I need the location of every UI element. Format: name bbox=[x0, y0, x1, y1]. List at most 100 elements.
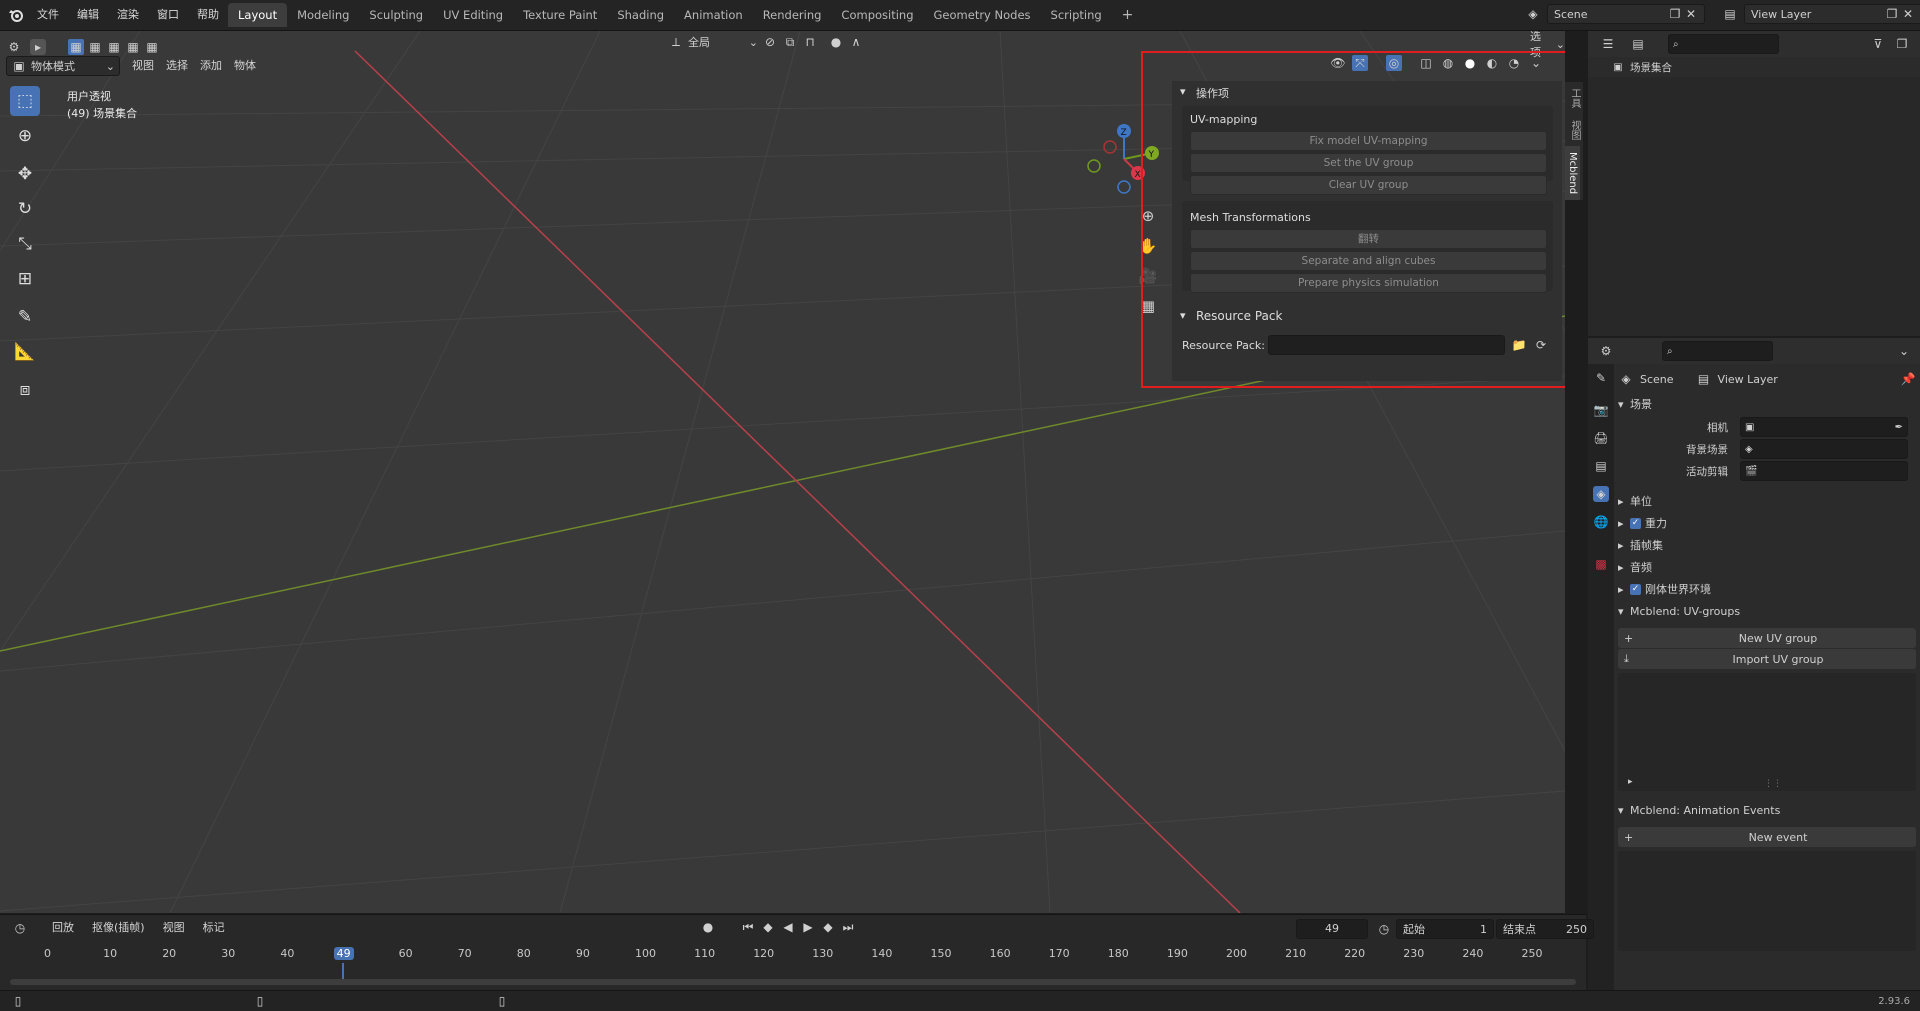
select-extend-icon[interactable]: ▦ bbox=[87, 39, 103, 55]
anim-events-panel-header[interactable]: ▾ Mcblend: Animation Events bbox=[1618, 799, 1916, 821]
view-layer-selector[interactable]: ▤ View Layer ❐ ✕ bbox=[1722, 4, 1920, 24]
material-shading-icon[interactable]: ◐ bbox=[1484, 55, 1500, 71]
menu-marker[interactable]: 标记 bbox=[197, 918, 231, 938]
rigid-body-checkbox[interactable]: ✓ bbox=[1630, 583, 1641, 595]
fix-uv-mapping-button[interactable]: Fix model UV-mapping bbox=[1190, 131, 1547, 151]
add-workspace-button[interactable]: + bbox=[1112, 3, 1144, 27]
new-collection-icon[interactable]: ❐ bbox=[1894, 36, 1910, 52]
flip-button[interactable]: 翻转 bbox=[1190, 229, 1547, 249]
timeline-ruler[interactable]: 0 10 20 30 40 49 60 70 80 90 100 110 120 130 140 150 160… bbox=[0, 945, 1586, 983]
menu-render[interactable]: 渲染 bbox=[108, 0, 148, 30]
options-dropdown[interactable]: 选项 ⌄ bbox=[1530, 31, 1565, 59]
clear-uv-group-button[interactable]: Clear UV group bbox=[1190, 175, 1547, 195]
move-tool-icon[interactable]: ✥ bbox=[10, 159, 40, 189]
blender-logo-icon[interactable] bbox=[8, 7, 24, 23]
prev-keyframe-icon[interactable]: ◆ bbox=[760, 919, 776, 935]
start-frame-input[interactable]: 起始 1 bbox=[1396, 919, 1494, 939]
tab-modeling[interactable]: Modeling bbox=[287, 3, 359, 27]
record-icon[interactable]: ● bbox=[700, 919, 716, 935]
proportional-edit-icon[interactable]: ● bbox=[828, 34, 844, 50]
active-clip-field[interactable]: 🎬 bbox=[1740, 461, 1908, 481]
end-frame-input[interactable]: 结束点 250 bbox=[1496, 919, 1594, 939]
rendered-shading-icon[interactable]: ◔ bbox=[1506, 55, 1522, 71]
menu-help[interactable]: 帮助 bbox=[188, 0, 228, 30]
world-tab-icon[interactable]: 🌐 bbox=[1593, 514, 1609, 530]
stopwatch-icon[interactable]: ◷ bbox=[1376, 921, 1392, 937]
tab-tool[interactable]: 工具 bbox=[1565, 82, 1584, 114]
anim-events-list[interactable] bbox=[1618, 851, 1916, 951]
panel-keying-sets[interactable]: ▸ 插帧集 bbox=[1618, 534, 1916, 556]
visibility-icon[interactable]: 👁 bbox=[1330, 55, 1346, 71]
editor-type-icon[interactable]: ⚙ bbox=[1598, 343, 1614, 359]
resize-handle-icon[interactable]: ⋮⋮ bbox=[1764, 779, 1782, 789]
camera-view-icon[interactable]: 🎥 bbox=[1139, 261, 1158, 291]
new-uv-group-button[interactable]: + New UV group bbox=[1618, 628, 1916, 648]
uv-groups-list[interactable]: ▸ ⋮⋮ bbox=[1618, 673, 1916, 791]
triangle-right-icon[interactable]: ▸ bbox=[1628, 777, 1633, 787]
xray-icon[interactable]: ◫ bbox=[1418, 55, 1434, 71]
camera-field[interactable]: ▣ ✒ bbox=[1740, 417, 1908, 437]
select-box-tool-icon[interactable]: ⬚ bbox=[10, 86, 40, 116]
next-keyframe-icon[interactable]: ◆ bbox=[820, 919, 836, 935]
measure-tool-icon[interactable]: 📐 bbox=[10, 337, 40, 367]
tab-geometry-nodes[interactable]: Geometry Nodes bbox=[924, 3, 1041, 27]
scale-tool-icon[interactable]: ⤡ bbox=[10, 229, 40, 259]
tab-compositing[interactable]: Compositing bbox=[831, 3, 923, 27]
rotate-tool-icon[interactable]: ↻ bbox=[10, 194, 40, 224]
import-uv-group-button[interactable]: ⤓ Import UV group bbox=[1618, 649, 1916, 669]
scene-copy-icon[interactable]: ❐ bbox=[1667, 6, 1683, 22]
snap-target-icon[interactable]: ⊓ bbox=[802, 34, 818, 50]
prepare-physics-button[interactable]: Prepare physics simulation bbox=[1190, 273, 1547, 293]
mode-dropdown[interactable]: ▣ 物体模式 ⌄ bbox=[6, 56, 120, 76]
filter-view-icon[interactable]: ▤ bbox=[1630, 36, 1646, 52]
chevron-down-icon[interactable]: ⌄ bbox=[1528, 55, 1544, 71]
select-tool-icon[interactable]: ▸ bbox=[30, 39, 46, 55]
texture-tab-icon[interactable]: ▩ bbox=[1593, 556, 1609, 572]
render-tab-icon[interactable]: 📷 bbox=[1593, 402, 1609, 418]
menu-view[interactable]: 视图 bbox=[126, 56, 160, 76]
solid-shading-icon[interactable]: ● bbox=[1462, 55, 1478, 71]
select-invert-icon[interactable]: ▦ bbox=[125, 39, 141, 55]
pan-hand-icon[interactable]: ✋ bbox=[1139, 231, 1158, 261]
eyedropper-icon[interactable]: ✒ bbox=[1895, 422, 1903, 433]
select-subtract-icon[interactable]: ▦ bbox=[106, 39, 122, 55]
menu-edit[interactable]: 编辑 bbox=[68, 0, 108, 30]
operator-section-header[interactable]: ▾ 操作项 bbox=[1172, 81, 1562, 101]
background-scene-field[interactable]: ◈ bbox=[1740, 439, 1908, 459]
output-tab-icon[interactable]: 🖨 bbox=[1593, 430, 1609, 446]
filter-icon[interactable]: ⊽ bbox=[1870, 36, 1886, 52]
folder-icon[interactable]: 📁 bbox=[1511, 337, 1527, 353]
menu-object[interactable]: 物体 bbox=[228, 56, 262, 76]
chevron-down-icon[interactable]: ⌄ bbox=[1896, 343, 1912, 359]
tool-tab-icon[interactable]: ✎ bbox=[1593, 370, 1609, 386]
tab-mcblend[interactable]: Mcblend bbox=[1565, 146, 1580, 201]
gravity-checkbox[interactable]: ✓ bbox=[1630, 517, 1641, 529]
play-reverse-icon[interactable]: ◀ bbox=[780, 919, 796, 935]
tab-view[interactable]: 视图 bbox=[1565, 114, 1584, 146]
scene-selector[interactable]: ◈ Scene ❐ ✕ bbox=[1525, 4, 1705, 24]
properties-search-input[interactable]: ⌕ bbox=[1662, 341, 1773, 361]
menu-window[interactable]: 窗口 bbox=[148, 0, 188, 30]
snap-icon[interactable]: ⧉ bbox=[782, 34, 798, 50]
separate-align-cubes-button[interactable]: Separate and align cubes bbox=[1190, 251, 1547, 271]
tab-rendering[interactable]: Rendering bbox=[753, 3, 832, 27]
panel-rigid-body-world[interactable]: ▸ ✓ 刚体世界环境 bbox=[1618, 578, 1916, 600]
editor-type-icon[interactable]: ⚙ bbox=[6, 39, 22, 55]
tab-scripting[interactable]: Scripting bbox=[1041, 3, 1112, 27]
menu-select[interactable]: 选择 bbox=[160, 56, 194, 76]
annotate-tool-icon[interactable]: ✎ bbox=[10, 302, 40, 332]
wireframe-shading-icon[interactable]: ◍ bbox=[1440, 55, 1456, 71]
menu-keying[interactable]: 抠像(插帧) bbox=[86, 918, 151, 938]
timeline-scrollbar[interactable] bbox=[10, 979, 1576, 985]
view-layer-close-icon[interactable]: ✕ bbox=[1900, 6, 1916, 22]
add-cube-tool-icon[interactable]: ⧈ bbox=[10, 375, 40, 405]
panel-units[interactable]: ▸ 单位 bbox=[1618, 490, 1916, 512]
transform-tool-icon[interactable]: ⊞ bbox=[10, 264, 40, 294]
tab-sculpting[interactable]: Sculpting bbox=[359, 3, 433, 27]
tab-layout[interactable]: Layout bbox=[228, 3, 288, 27]
tab-shading[interactable]: Shading bbox=[607, 3, 674, 27]
jump-start-icon[interactable]: ⏮ bbox=[740, 919, 756, 935]
3d-viewport[interactable]: ⚙ ▸ ▦ ▦ ▦ ▦ ▦ ▣ 物体模式 ⌄ 视图 选择 添加 物体 ⟂ 全局 … bbox=[0, 31, 1565, 913]
gizmo-icon[interactable]: ⤧ bbox=[1352, 55, 1368, 71]
resource-pack-input[interactable] bbox=[1268, 335, 1505, 355]
